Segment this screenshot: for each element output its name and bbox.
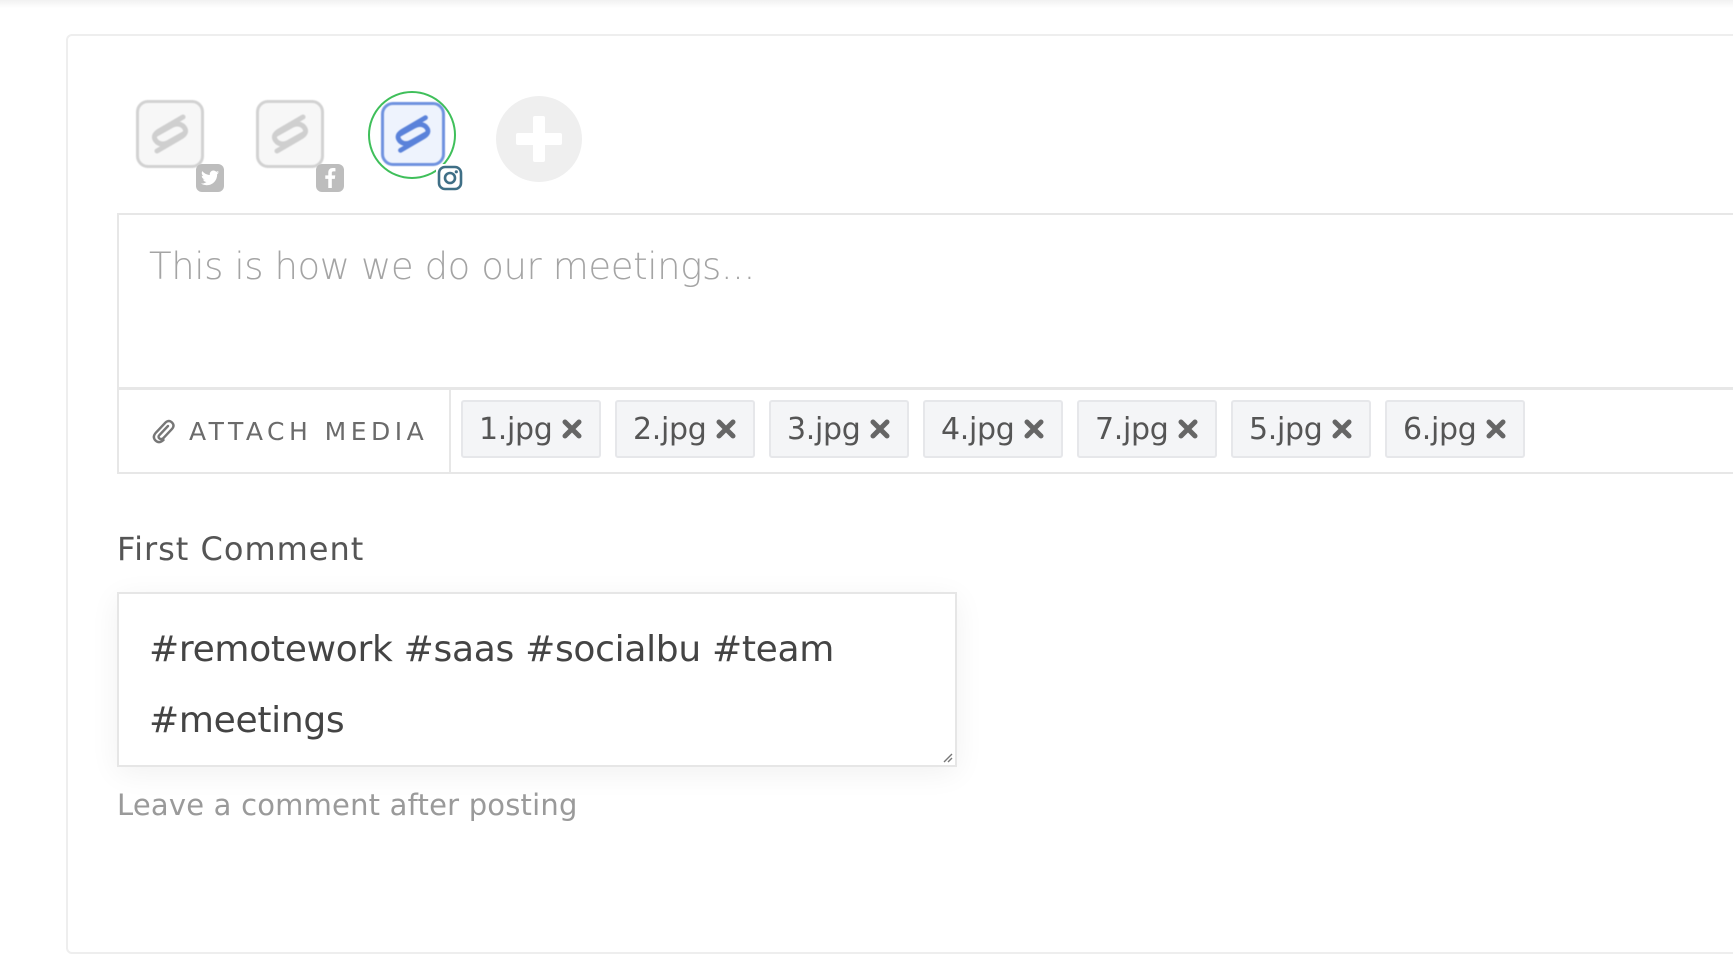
instagram-icon <box>436 164 464 192</box>
close-icon <box>1024 419 1044 439</box>
socialbu-logo-icon <box>381 102 445 166</box>
close-icon <box>1178 419 1198 439</box>
account-twitter[interactable] <box>134 88 224 192</box>
attach-media-label: ATTACH MEDIA <box>189 416 429 446</box>
media-file-name: 5.jpg <box>1249 411 1323 447</box>
media-bar: ATTACH MEDIA 1.jpg 2.jpg 3.jpg 4.jpg 7.j… <box>117 388 1733 474</box>
first-comment-help-text: Leave a comment after posting <box>117 788 578 822</box>
media-chip: 3.jpg <box>769 400 909 458</box>
remove-media-button[interactable] <box>1023 418 1045 440</box>
close-icon <box>1332 419 1352 439</box>
account-selector <box>134 88 634 198</box>
remove-media-button[interactable] <box>1485 418 1507 440</box>
remove-media-button[interactable] <box>561 418 583 440</box>
close-icon <box>1486 419 1506 439</box>
media-file-name: 2.jpg <box>633 411 707 447</box>
media-file-name: 1.jpg <box>479 411 553 447</box>
media-file-name: 7.jpg <box>1095 411 1169 447</box>
post-content-editor[interactable]: This is how we do our meetings... <box>117 213 1733 389</box>
top-shadow <box>0 0 1733 8</box>
close-icon <box>870 419 890 439</box>
facebook-icon <box>316 164 344 192</box>
socialbu-logo-icon <box>256 100 324 168</box>
remove-media-button[interactable] <box>1177 418 1199 440</box>
media-file-name: 6.jpg <box>1403 411 1477 447</box>
media-file-name: 3.jpg <box>787 411 861 447</box>
account-instagram[interactable] <box>368 88 464 192</box>
first-comment-value: #remotework #saas #socialbu #team #meeti… <box>149 629 835 741</box>
twitter-icon <box>196 164 224 192</box>
account-facebook[interactable] <box>254 88 344 192</box>
media-chip: 1.jpg <box>461 400 601 458</box>
remove-media-button[interactable] <box>715 418 737 440</box>
first-comment-label: First Comment <box>117 530 365 568</box>
media-chip: 6.jpg <box>1385 400 1525 458</box>
post-content-placeholder: This is how we do our meetings... <box>149 245 755 288</box>
paperclip-icon <box>152 419 175 444</box>
media-file-name: 4.jpg <box>941 411 1015 447</box>
media-chip: 5.jpg <box>1231 400 1371 458</box>
remove-media-button[interactable] <box>869 418 891 440</box>
plus-icon <box>516 116 562 162</box>
media-chip: 7.jpg <box>1077 400 1217 458</box>
media-chip: 4.jpg <box>923 400 1063 458</box>
attach-media-button[interactable]: ATTACH MEDIA <box>119 390 451 472</box>
first-comment-textarea[interactable]: #remotework #saas #socialbu #team #meeti… <box>117 592 957 767</box>
remove-media-button[interactable] <box>1331 418 1353 440</box>
media-chip: 2.jpg <box>615 400 755 458</box>
close-icon <box>562 419 582 439</box>
resize-handle-icon[interactable] <box>941 751 953 763</box>
socialbu-logo-icon <box>136 100 204 168</box>
close-icon <box>716 419 736 439</box>
add-account-button[interactable] <box>496 96 582 182</box>
